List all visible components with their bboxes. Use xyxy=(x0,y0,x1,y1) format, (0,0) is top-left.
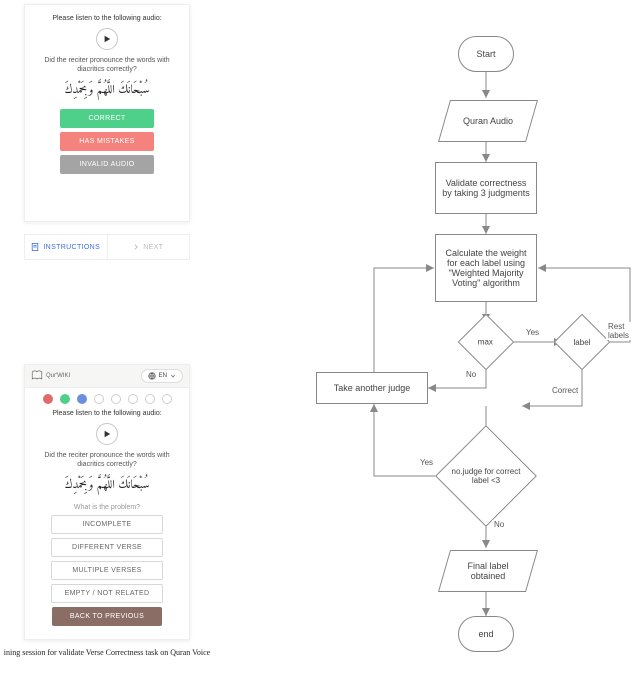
language-code: EN xyxy=(159,373,167,379)
play-button[interactable] xyxy=(96,28,118,50)
footer-tabs: INSTRUCTIONS NEXT xyxy=(24,234,190,260)
step-dot xyxy=(77,394,87,404)
step-dot xyxy=(94,394,104,404)
verse-text: سُبْحَانَكَ اللَّهُمَّ وَبِحَمْدِكَ xyxy=(33,475,181,496)
task-card-primary: Please listen to the following audio: Di… xyxy=(24,4,190,222)
play-icon xyxy=(103,430,111,438)
app-name: Qur'WIKI xyxy=(46,373,70,379)
edge-rest-labels: Rest labels xyxy=(606,322,640,340)
step-dot xyxy=(145,394,155,404)
next-label: NEXT xyxy=(143,244,163,251)
step-dot xyxy=(43,394,53,404)
pronunciation-question: Did the reciter pronounce the words with… xyxy=(33,56,181,74)
book-icon xyxy=(31,370,43,382)
flow-end: end xyxy=(458,616,514,652)
flowchart: Start Quran Audio Validate correctness b… xyxy=(250,0,640,674)
figure-caption: ining session for validate Verse Correct… xyxy=(0,648,214,658)
has-mistakes-button[interactable]: HAS MISTAKES xyxy=(60,132,154,151)
progress-dots xyxy=(33,394,181,404)
flow-take-another-judge: Take another judge xyxy=(316,372,428,404)
listen-prompt: Please listen to the following audio: xyxy=(33,410,181,417)
play-button[interactable] xyxy=(96,423,118,445)
globe-icon xyxy=(148,372,156,380)
play-wrap xyxy=(33,28,181,50)
option-multiple-verses[interactable]: MULTIPLE VERSES xyxy=(51,561,163,580)
chevron-down-icon xyxy=(170,373,176,379)
flow-validate: Validate correctness by taking 3 judgmen… xyxy=(435,162,537,214)
flow-audio: Quran Audio xyxy=(438,100,538,142)
task-card-expanded: Qur'WIKI EN Please listen to the followi… xyxy=(24,364,190,640)
chevron-right-icon xyxy=(133,244,139,250)
edge-label-correct: Correct xyxy=(550,386,580,395)
app-logo: Qur'WIKI xyxy=(31,370,70,382)
app-topbar: Qur'WIKI EN xyxy=(25,365,189,388)
back-to-previous-button[interactable]: BACK TO PREVIOUS xyxy=(52,607,162,626)
step-dot xyxy=(128,394,138,404)
listen-prompt: Please listen to the following audio: xyxy=(33,15,181,22)
document-icon xyxy=(31,243,39,251)
correct-button[interactable]: CORRECT xyxy=(60,109,154,128)
flow-weight: Calculate the weight for each label usin… xyxy=(435,234,537,302)
language-selector[interactable]: EN xyxy=(141,369,183,383)
edge-cond-yes: Yes xyxy=(418,458,435,467)
problem-subquestion: What is the problem? xyxy=(33,504,181,511)
step-dot xyxy=(111,394,121,404)
invalid-audio-button[interactable]: INVALID AUDIO xyxy=(60,155,154,174)
edge-max-yes: Yes xyxy=(524,328,541,337)
verse-text: سُبْحَانَكَ اللَّهُمَّ وَبِحَمْدِكَ xyxy=(33,80,181,101)
next-tab[interactable]: NEXT xyxy=(108,235,190,259)
instructions-label: INSTRUCTIONS xyxy=(43,244,100,251)
edge-max-no: No xyxy=(464,370,478,379)
play-icon xyxy=(103,35,111,43)
pronunciation-question: Did the reciter pronounce the words with… xyxy=(33,451,181,469)
option-different-verse[interactable]: DIFFERENT VERSE xyxy=(51,538,163,557)
step-dot xyxy=(162,394,172,404)
flow-final: Final label obtained xyxy=(438,550,538,592)
flow-start: Start xyxy=(458,36,514,72)
edge-cond-no: No xyxy=(492,520,506,529)
step-dot xyxy=(60,394,70,404)
instructions-tab[interactable]: INSTRUCTIONS xyxy=(25,235,108,259)
play-wrap xyxy=(33,423,181,445)
option-empty-not-related[interactable]: EMPTY / NOT RELATED xyxy=(51,584,163,603)
option-incomplete[interactable]: INCOMPLETE xyxy=(51,515,163,534)
